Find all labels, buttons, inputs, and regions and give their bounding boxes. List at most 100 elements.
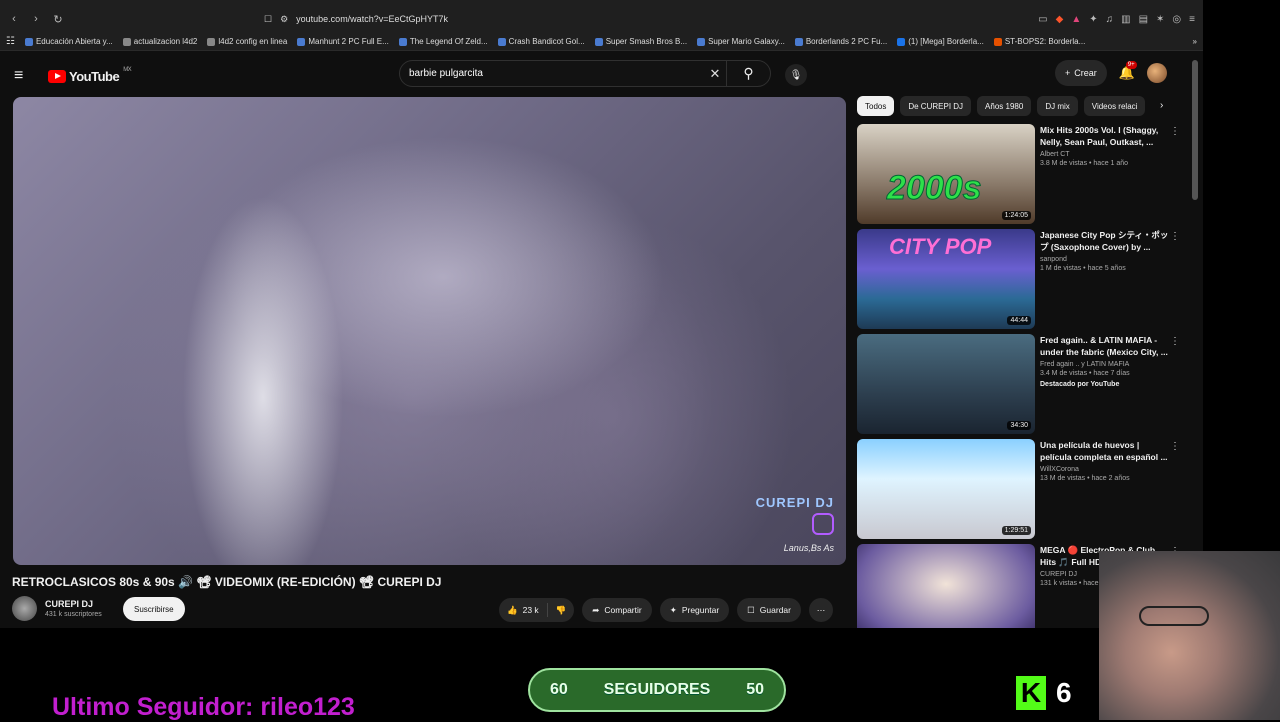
chevron-right-icon[interactable]: › <box>1160 100 1163 111</box>
notifications-button[interactable]: 🔔 9+ <box>1119 61 1137 81</box>
bookmark-favicon-icon <box>122 37 131 46</box>
rec-title[interactable]: Una película de huevos | película comple… <box>1040 439 1170 463</box>
bookmark-item[interactable]: (1) [Mega] Borderla... <box>897 37 984 46</box>
list-item[interactable]: 2000s 1:24:05 Mix Hits 2000s Vol. I (Sha… <box>857 124 1187 229</box>
thumbnail-text: CITY POP <box>889 234 992 259</box>
more-vertical-icon[interactable]: ⋮ <box>1170 126 1180 137</box>
rec-channel[interactable]: Albert CT <box>1040 151 1170 158</box>
sidebar-icon[interactable]: ▥ <box>1121 14 1130 25</box>
bookmark-item[interactable]: Educación Abierta y... <box>24 37 113 46</box>
wallet-icon[interactable]: ▤ <box>1139 14 1148 25</box>
rec-channel[interactable]: WillXCorona <box>1040 466 1170 473</box>
video-thumbnail[interactable]: 34:30 <box>857 334 1035 434</box>
bookmark-icon[interactable]: ☐ <box>264 14 272 25</box>
instagram-icon <box>812 513 834 535</box>
watermark-place: Lanus,Bs As <box>783 543 834 553</box>
bookmark-item[interactable]: Manhunt 2 PC Full E... <box>297 37 389 46</box>
list-item[interactable]: 34:30 Fred again.. & LATIN MAFIA - under… <box>857 334 1187 439</box>
more-vertical-icon[interactable]: ⋮ <box>1170 336 1180 347</box>
search-icon: ⚲ <box>743 65 754 81</box>
clear-search-icon[interactable]: ✕ <box>704 66 726 82</box>
rec-title[interactable]: Japanese City Pop シティ・ポップ (Saxophone Cov… <box>1040 229 1170 253</box>
bookmark-item[interactable]: l4d2 config en linea <box>207 37 287 46</box>
channel-name[interactable]: CUREPI DJ <box>45 599 102 609</box>
search-input[interactable]: barbie pulgarcita <box>409 68 704 79</box>
bookmark-item[interactable]: actualizacion l4d2 <box>122 37 197 46</box>
chip-dj-mix[interactable]: DJ mix <box>1037 96 1078 116</box>
bookmark-favicon-icon <box>24 37 33 46</box>
more-bookmarks-icon[interactable]: » <box>1193 37 1197 46</box>
rec-info: Mix Hits 2000s Vol. I (Shaggy, Nelly, Se… <box>1040 124 1170 167</box>
rec-channel[interactable]: Fred again .. y LATIN MAFIA <box>1040 361 1170 368</box>
browser-window: ‹ › ↻ ☐ ⚙ youtube.com/watch?v=EeCtGpHYT7… <box>0 0 1203 628</box>
bookmark-item[interactable]: The Legend Of Zeld... <box>398 37 488 46</box>
chip-1980[interactable]: Años 1980 <box>977 96 1032 116</box>
more-actions-button[interactable]: ⋯ <box>808 598 833 622</box>
video-actions: 👍 23 k 👎 ➦ Compartir ✦ Preguntar ☐ Guardar ⋯ <box>499 598 833 622</box>
folder-icon <box>297 37 306 46</box>
hamburger-menu-icon[interactable]: ≡ <box>14 67 36 85</box>
share-button[interactable]: ➦ Compartir <box>582 598 652 622</box>
ask-button[interactable]: ✦ Preguntar <box>659 598 730 622</box>
cast-icon[interactable]: ▭ <box>1038 14 1047 25</box>
url-field[interactable]: ☐ ⚙ youtube.com/watch?v=EeCtGpHYT7k <box>264 14 1028 25</box>
avatar[interactable] <box>1146 63 1167 83</box>
rec-meta: 3.4 M de vistas • hace 7 días <box>1040 370 1130 377</box>
address-bar-row: ‹ › ↻ ☐ ⚙ youtube.com/watch?v=EeCtGpHYT7… <box>0 5 1203 33</box>
notification-badge: 9+ <box>1125 61 1137 69</box>
bookmark-item[interactable]: Super Smash Bros B... <box>594 37 687 46</box>
forward-icon[interactable]: › <box>30 13 42 25</box>
search-box: barbie pulgarcita ✕ ⚲ <box>399 60 771 87</box>
youtube-logo[interactable]: YouTube MX <box>48 67 132 84</box>
save-button[interactable]: ☐ Guardar <box>737 598 801 622</box>
video-thumbnail[interactable] <box>857 544 1035 628</box>
extension-icon[interactable]: ✦ <box>1089 14 1097 25</box>
list-item[interactable]: CITY POP 44:44 Japanese City Pop シティ・ポップ… <box>857 229 1187 334</box>
bookmark-item[interactable]: Borderlands 2 PC Fu... <box>794 37 887 46</box>
dislike-button[interactable]: 👎 <box>548 605 575 616</box>
rec-channel[interactable]: sanpond <box>1040 256 1170 263</box>
list-item[interactable]: 1:29:51 Una película de huevos | películ… <box>857 439 1187 544</box>
channel-avatar[interactable] <box>12 596 37 621</box>
apps-icon[interactable]: ☷ <box>6 36 15 47</box>
url-text[interactable]: youtube.com/watch?v=EeCtGpHYT7k <box>296 14 448 24</box>
subscribe-button[interactable]: Suscribirse <box>123 597 185 621</box>
video-player[interactable]: CUREPI DJ Lanus,Bs As <box>13 97 846 565</box>
share-icon: ➦ <box>592 604 600 615</box>
related-chips: Todos De CUREPI DJ Años 1980 DJ mix Vide… <box>857 96 1146 116</box>
search-button[interactable]: ⚲ <box>726 61 770 86</box>
reload-icon[interactable]: ↻ <box>52 13 64 26</box>
video-thumbnail[interactable]: 2000s 1:24:05 <box>857 124 1035 224</box>
chip-todos[interactable]: Todos <box>857 96 895 116</box>
video-watermark: CUREPI DJ Lanus,Bs As <box>756 495 834 553</box>
bookmark-item[interactable]: Crash Bandicot Gol... <box>497 37 585 46</box>
brave-shield-icon[interactable]: ◆ <box>1056 14 1064 25</box>
scrollbar[interactable] <box>1192 60 1198 200</box>
chip-curepi[interactable]: De CUREPI DJ <box>900 96 972 116</box>
bookmark-item[interactable]: Super Mario Galaxy... <box>697 37 785 46</box>
vpn-icon[interactable]: ◎ <box>1172 14 1181 25</box>
rec-title[interactable]: Mix Hits 2000s Vol. I (Shaggy, Nelly, Se… <box>1040 124 1170 148</box>
site-info-icon[interactable]: ⚙ <box>280 14 288 25</box>
voice-search-button[interactable]: 🎙 <box>785 64 807 86</box>
video-thumbnail[interactable]: 1:29:51 <box>857 439 1035 539</box>
music-icon[interactable]: ♫ <box>1106 14 1114 25</box>
more-vertical-icon[interactable]: ⋮ <box>1170 231 1180 242</box>
thumbnail-text: 2000s <box>887 169 983 208</box>
create-button[interactable]: + Crear <box>1055 60 1107 86</box>
rewards-icon[interactable]: ▲ <box>1071 14 1081 25</box>
back-icon[interactable]: ‹ <box>8 13 20 25</box>
bookmark-favicon-icon <box>207 37 216 46</box>
more-vertical-icon[interactable]: ⋮ <box>1170 441 1180 452</box>
sparkle-icon: ✦ <box>669 604 677 615</box>
plus-icon: + <box>1065 68 1071 78</box>
like-button[interactable]: 👍 23 k <box>499 603 548 617</box>
menu-icon[interactable]: ≡ <box>1189 14 1195 25</box>
video-thumbnail[interactable]: CITY POP 44:44 <box>857 229 1035 329</box>
chip-related[interactable]: Videos relaci <box>1083 96 1146 116</box>
rec-title[interactable]: Fred again.. & LATIN MAFIA - under the f… <box>1040 334 1170 358</box>
like-dislike-group: 👍 23 k 👎 <box>499 598 575 622</box>
duration-badge: 34:30 <box>1007 421 1031 430</box>
leo-icon[interactable]: ✶ <box>1156 14 1164 25</box>
bookmark-item[interactable]: ST-BOPS2: Borderla... <box>993 37 1085 46</box>
